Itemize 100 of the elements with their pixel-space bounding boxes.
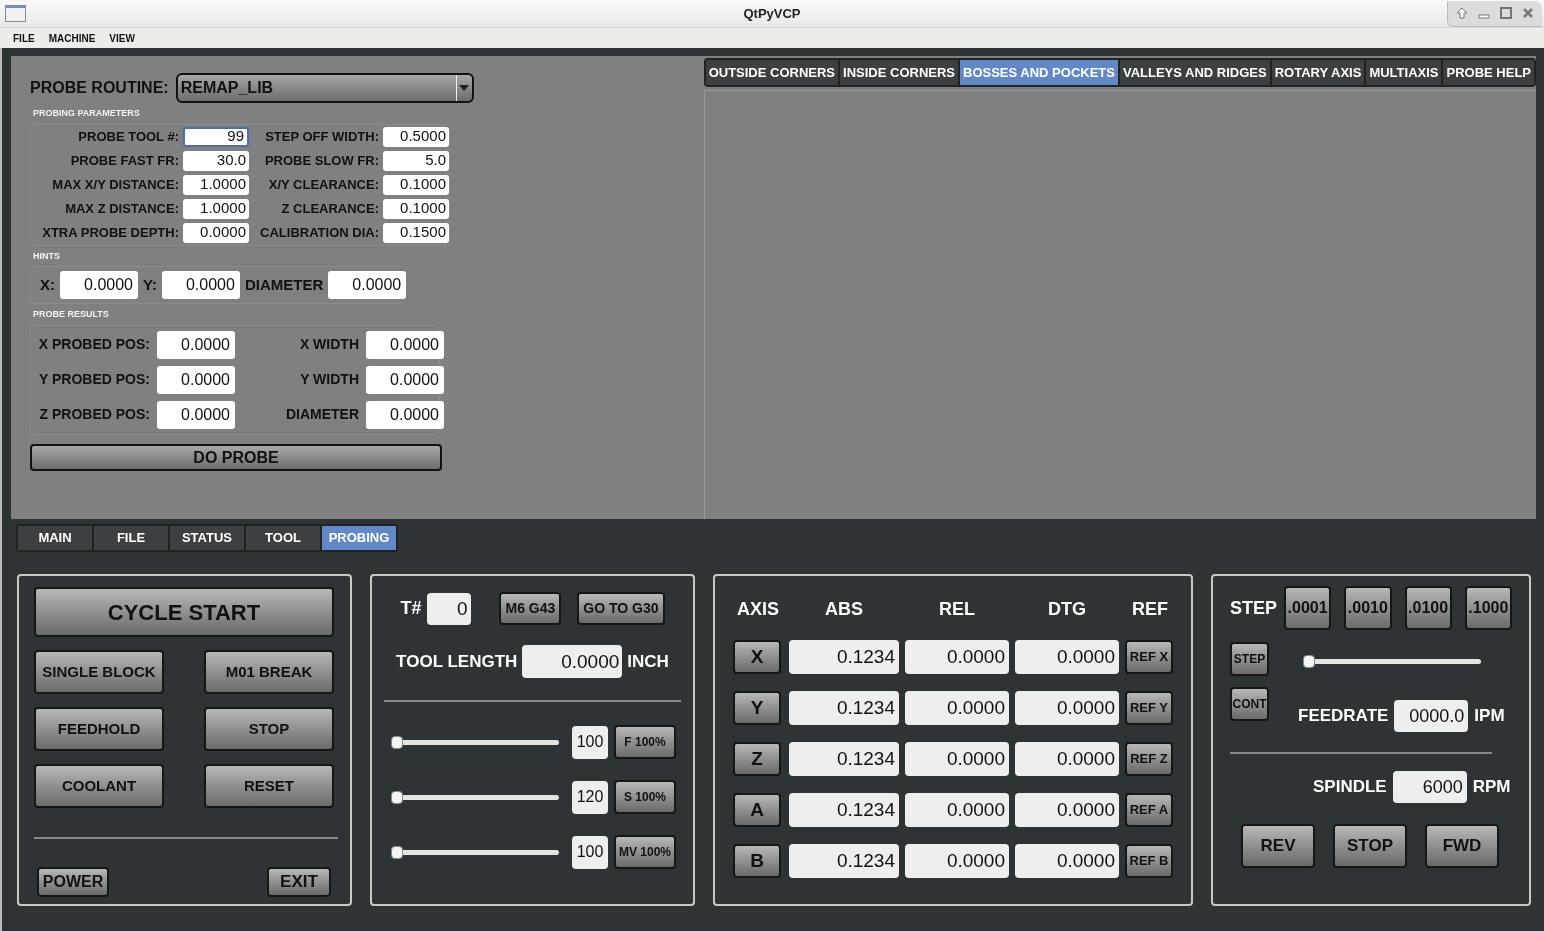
input-field[interactable]: 0.0000 [366,400,444,429]
button[interactable]: MV 100% [614,835,676,869]
axis-button[interactable]: Y [733,691,781,725]
ref-button[interactable]: REF A [1125,793,1173,827]
button[interactable]: M01 BREAK [204,650,334,694]
input-field[interactable]: 0.1500 [383,222,449,243]
button[interactable]: RESET [204,764,334,808]
dro-field[interactable]: 0.1234 [789,742,899,776]
jog-mode-button[interactable]: CONT [1230,687,1269,721]
button[interactable]: S 100% [614,780,676,814]
tab[interactable]: PROBE HELP [1443,60,1534,85]
input-field[interactable]: 5.0 [383,150,449,171]
slider-thumb[interactable] [391,845,403,859]
spindle-button[interactable]: REV [1241,824,1315,868]
feedrate-field[interactable]: 0000.0 [1394,700,1469,732]
input-field[interactable]: 0.1000 [383,174,449,195]
close-icon[interactable] [1522,7,1534,19]
input-field[interactable]: 0.0000 [161,271,240,299]
input-field[interactable]: 0.1000 [383,198,449,219]
slider[interactable] [391,735,559,749]
tool-number-field[interactable]: 0 [427,592,472,625]
dro-field[interactable]: 0.1234 [789,640,899,674]
ref-button[interactable]: REF X [1125,640,1173,674]
dro-field[interactable]: 0.0000 [905,844,1009,878]
button[interactable]: SINGLE BLOCK [34,650,164,694]
dro-field[interactable]: 0.0000 [905,793,1009,827]
input-field[interactable]: 100 [572,835,608,869]
spindle-field[interactable]: 6000 [1392,771,1467,803]
button[interactable]: STOP [204,707,334,751]
increment-button[interactable]: .0010 [1344,586,1392,630]
input-field[interactable]: 0.0000 [60,271,138,299]
button[interactable]: M6 G43 [499,592,562,625]
input-field[interactable]: 0.0000 [157,330,235,359]
dro-field[interactable]: 0.0000 [1015,793,1119,827]
tab[interactable]: BOSSES AND POCKETS [960,60,1118,85]
power-button[interactable]: POWER [37,867,109,897]
input-field[interactable]: 0.0000 [366,330,444,359]
tab[interactable]: ROTARY AXIS [1271,60,1365,85]
spindle-button[interactable]: FWD [1425,824,1499,868]
tab[interactable]: PROBING [322,526,396,550]
axis-button[interactable]: A [733,793,781,827]
jog-mode-button[interactable]: STEP [1230,642,1269,676]
ref-button[interactable]: REF Z [1125,742,1173,776]
ref-button[interactable]: REF B [1125,844,1173,878]
increment-button[interactable]: .1000 [1464,586,1512,630]
slider[interactable] [391,790,559,804]
increment-button[interactable]: .0001 [1284,586,1332,630]
input-field[interactable]: 30.0 [183,150,249,171]
dro-field[interactable]: 0.1234 [789,793,899,827]
tab[interactable]: VALLEYS AND RIDGES [1119,60,1270,85]
input-field[interactable]: 1.0000 [183,174,249,195]
button[interactable]: F 100% [614,725,676,759]
slider-thumb[interactable] [391,790,403,804]
input-field[interactable]: 0.0000 [157,400,235,429]
dro-field[interactable]: 0.0000 [905,742,1009,776]
dro-field[interactable]: 0.0000 [905,691,1009,725]
input-field[interactable]: 0.0000 [328,271,407,299]
axis-button[interactable]: X [733,640,781,674]
tab[interactable]: TOOL [246,526,320,550]
menu-item[interactable]: MACHINE [48,30,96,46]
input-field[interactable]: 0.0000 [366,365,444,394]
dro-field[interactable]: 0.0000 [905,640,1009,674]
tab[interactable]: FILE [94,526,168,550]
slider[interactable] [391,845,559,859]
spindle-button[interactable]: STOP [1333,824,1407,868]
input-field[interactable]: 99 [183,126,249,147]
dro-field[interactable]: 0.0000 [1015,844,1119,878]
slider[interactable] [1303,655,1481,668]
input-field[interactable]: 120 [572,780,608,814]
input-field[interactable]: 0.0000 [157,365,235,394]
dro-field[interactable]: 0.0000 [1015,640,1119,674]
do-probe-button[interactable]: DO PROBE [30,443,442,471]
exit-button[interactable]: EXIT [267,867,331,897]
cycle-start-button[interactable]: CYCLE START [34,587,334,637]
input-field[interactable]: 0.5000 [383,126,449,147]
axis-button[interactable]: B [733,844,781,878]
menu-item[interactable]: FILE [13,30,35,46]
slider-thumb[interactable] [1303,655,1315,668]
button[interactable]: GO TO G30 [577,592,665,625]
input-field[interactable]: 100 [572,725,608,759]
dro-field[interactable]: 0.1234 [789,691,899,725]
input-field[interactable]: 1.0000 [183,198,249,219]
ref-button[interactable]: REF Y [1125,691,1173,725]
tab[interactable]: STATUS [170,526,244,550]
tab[interactable]: OUTSIDE CORNERS [705,60,839,85]
increment-button[interactable]: .0100 [1404,586,1452,630]
input-field[interactable]: 0.0000 [183,222,249,243]
axis-button[interactable]: Z [733,742,781,776]
maximize-icon[interactable] [1500,7,1512,19]
tab[interactable]: INSIDE CORNERS [840,60,958,85]
menu-item[interactable]: VIEW [109,30,135,46]
dropdown-arrow-icon[interactable] [459,85,470,91]
probe-routine-dropdown[interactable]: REMAP_LIB [175,73,474,103]
dro-field[interactable]: 0.0000 [1015,691,1119,725]
button[interactable]: FEEDHOLD [34,707,164,751]
tab[interactable]: MAIN [18,526,92,550]
slider-thumb[interactable] [391,735,403,749]
tool-length-field[interactable]: 0.0000 [522,645,623,678]
tab[interactable]: MULTIAXIS [1366,60,1442,85]
dro-field[interactable]: 0.0000 [1015,742,1119,776]
